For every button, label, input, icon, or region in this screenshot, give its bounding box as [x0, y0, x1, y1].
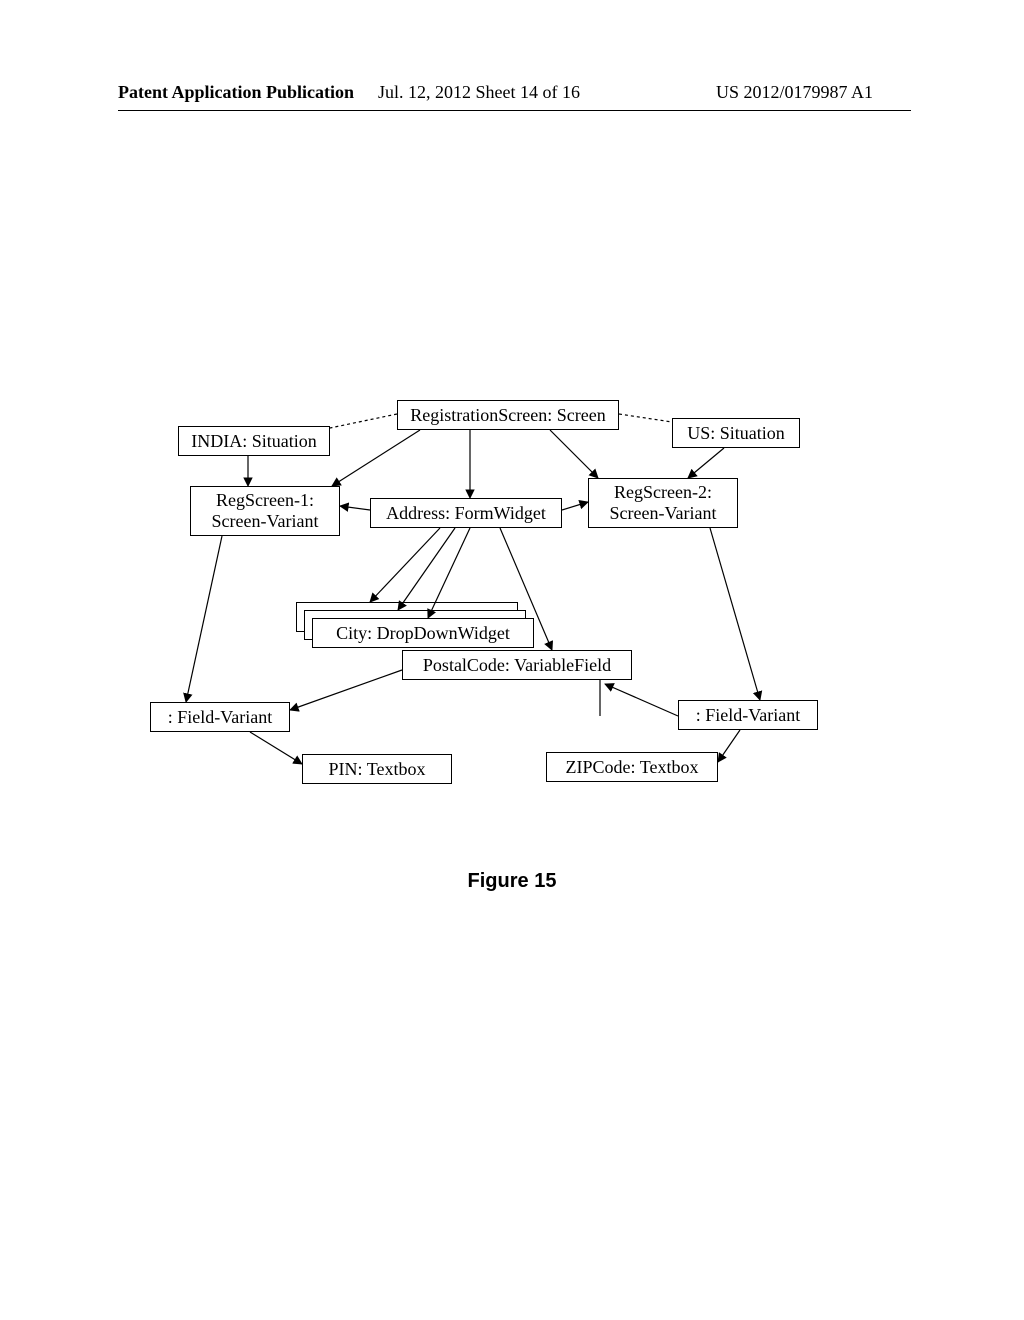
- node-city-dropdown: City: DropDownWidget: [312, 618, 534, 648]
- node-pin-textbox: PIN: Textbox: [302, 754, 452, 784]
- node-field-variant-left: : Field-Variant: [150, 702, 290, 732]
- node-india-situation: INDIA: Situation: [178, 426, 330, 456]
- node-regscreen-1: RegScreen-1: Screen-Variant: [190, 486, 340, 536]
- figure-caption: Figure 15: [0, 870, 1024, 893]
- node-field-variant-right: : Field-Variant: [678, 700, 818, 730]
- node-registration-screen: RegistrationScreen: Screen: [397, 400, 619, 430]
- patent-page: Patent Application Publication Jul. 12, …: [0, 0, 1024, 1320]
- node-regscreen-2: RegScreen-2: Screen-Variant: [588, 478, 738, 528]
- node-address-formwidget: Address: FormWidget: [370, 498, 562, 528]
- node-postalcode-variablefield: PostalCode: VariableField: [402, 650, 632, 680]
- diagram: RegistrationScreen: Screen INDIA: Situat…: [0, 0, 1024, 1320]
- node-us-situation: US: Situation: [672, 418, 800, 448]
- node-zip-textbox: ZIPCode: Textbox: [546, 752, 718, 782]
